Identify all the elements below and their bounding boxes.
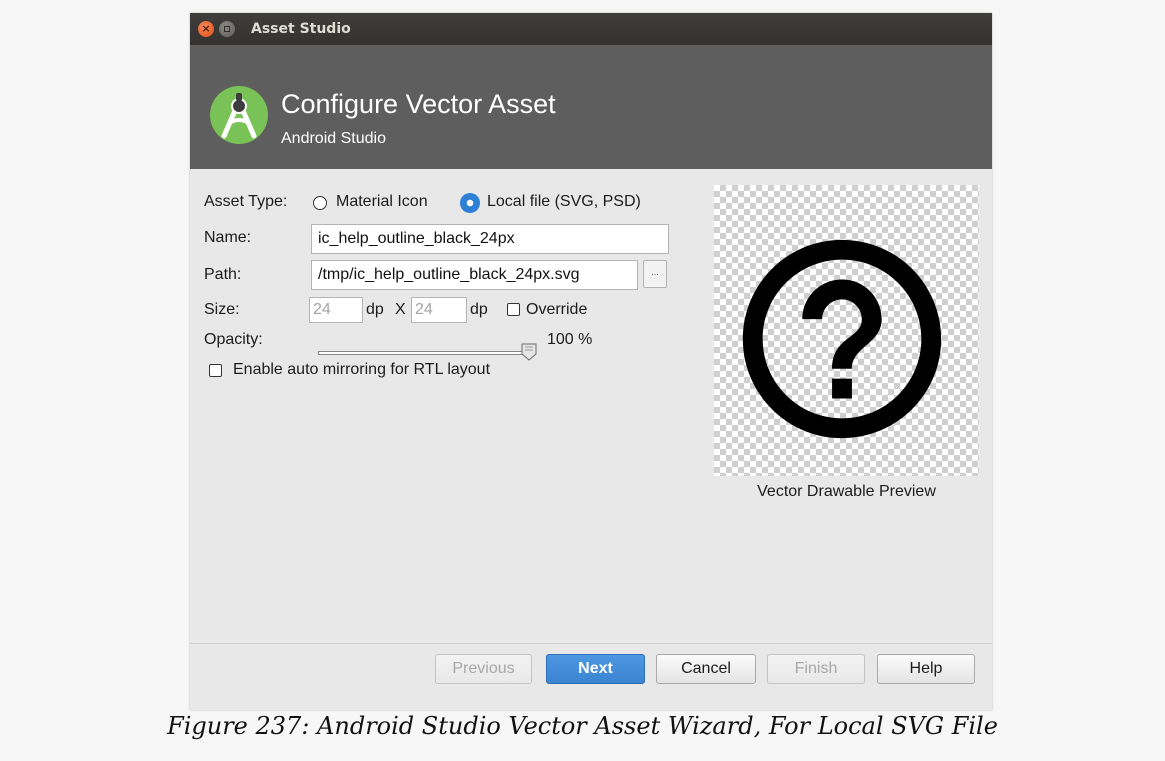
size-separator: X <box>395 301 406 318</box>
opacity-slider-fill <box>319 352 527 354</box>
figure-caption: Figure 237: Android Studio Vector Asset … <box>167 712 998 740</box>
material-icon-radio[interactable] <box>313 196 327 210</box>
override-label[interactable]: Override <box>526 301 587 319</box>
auto-mirroring-checkbox[interactable] <box>209 364 222 377</box>
previous-button[interactable]: Previous <box>435 654 532 684</box>
preview-caption: Vector Drawable Preview <box>757 483 936 500</box>
help-button[interactable]: Help <box>877 654 975 684</box>
next-button[interactable]: Next <box>546 654 645 684</box>
opacity-slider-thumb[interactable] <box>521 343 537 361</box>
height-unit-label: dp <box>470 301 488 318</box>
window-title: Asset Studio <box>251 21 351 37</box>
local-file-radio-label[interactable]: Local file (SVG, PSD) <box>487 193 641 211</box>
close-window-button[interactable]: × <box>198 21 214 37</box>
width-field[interactable]: 24 <box>309 297 363 323</box>
override-checkbox[interactable] <box>507 303 520 316</box>
size-label: Size: <box>204 301 240 318</box>
asset-type-label: Asset Type: <box>204 193 288 210</box>
opacity-slider[interactable] <box>318 351 528 355</box>
height-field[interactable]: 24 <box>411 297 467 323</box>
help-outline-icon <box>742 239 942 439</box>
asset-studio-window: × Asset Studio Configure Vector Asset An… <box>190 13 992 710</box>
wizard-header: Configure Vector Asset Android Studio <box>190 45 992 169</box>
width-unit-label: dp <box>366 301 384 318</box>
material-icon-radio-label[interactable]: Material Icon <box>336 193 428 211</box>
browse-button[interactable]: ... <box>643 260 667 288</box>
wizard-title: Configure Vector Asset <box>281 89 556 119</box>
path-label: Path: <box>204 266 242 283</box>
title-bar: × Asset Studio <box>190 13 992 45</box>
cancel-button[interactable]: Cancel <box>656 654 756 684</box>
wizard-subtitle: Android Studio <box>281 130 386 147</box>
footer-divider <box>190 643 992 644</box>
opacity-label: Opacity: <box>204 331 263 348</box>
name-field[interactable]: ic_help_outline_black_24px <box>311 224 669 254</box>
opacity-value: 100 % <box>547 331 593 348</box>
auto-mirroring-label[interactable]: Enable auto mirroring for RTL layout <box>233 361 490 379</box>
android-studio-logo-icon <box>210 86 268 144</box>
finish-button[interactable]: Finish <box>767 654 865 684</box>
name-label: Name: <box>204 229 252 246</box>
path-field[interactable]: /tmp/ic_help_outline_black_24px.svg <box>311 260 638 290</box>
local-file-radio[interactable] <box>460 193 480 213</box>
minimize-window-button[interactable] <box>219 21 235 37</box>
